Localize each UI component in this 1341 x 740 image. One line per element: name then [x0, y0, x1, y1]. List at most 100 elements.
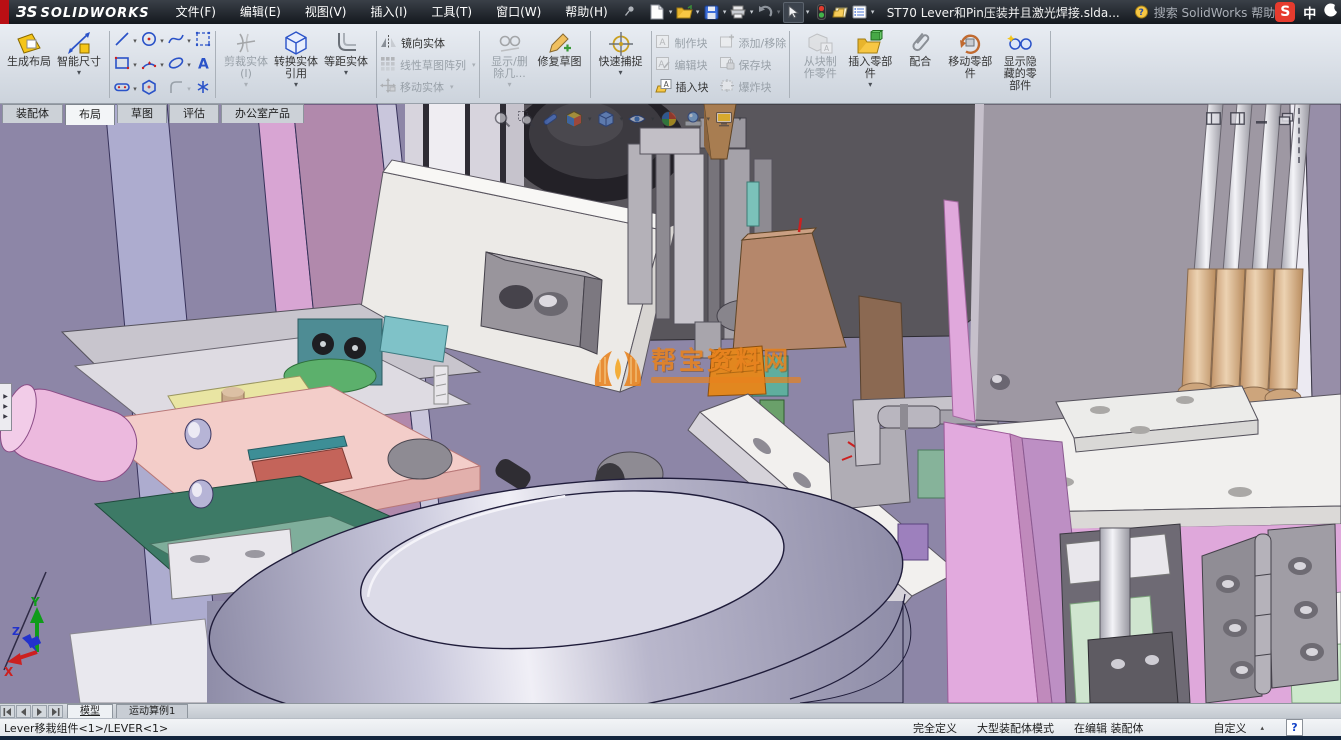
quick-snaps-caret[interactable]: ▾	[619, 68, 623, 77]
menu-window[interactable]: 窗口(W)	[484, 0, 553, 24]
insert-components-button[interactable]: 插入零部件 ▾	[845, 27, 895, 89]
moon-icon[interactable]	[1324, 3, 1339, 21]
show-hidden-components-button[interactable]: 显示隐藏的零部件	[995, 27, 1045, 92]
new-document-button[interactable]	[648, 3, 667, 22]
next-tab-button[interactable]	[32, 705, 47, 718]
arc-caret[interactable]: ▾	[158, 61, 166, 69]
status-custom-caret[interactable]: ▴	[1260, 724, 1264, 732]
hide-show-caret[interactable]: ▾	[651, 115, 655, 123]
sketch-picture-icon[interactable]	[194, 30, 212, 52]
tab-office-products[interactable]: 办公室产品	[221, 104, 304, 123]
options-button[interactable]	[831, 3, 850, 22]
task-list-button[interactable]	[850, 3, 869, 22]
line-caret[interactable]: ▾	[131, 37, 139, 45]
move-component-button[interactable]: 移动零部件	[945, 27, 995, 80]
ellipse-caret[interactable]: ▾	[185, 61, 193, 69]
open-button[interactable]	[675, 3, 694, 22]
circle-caret[interactable]: ▾	[158, 37, 166, 45]
smart-dimension-button[interactable]: 智能尺寸 ▾	[54, 27, 104, 77]
restore-window-button[interactable]	[1278, 112, 1293, 125]
create-layout-button[interactable]: 生成布局	[4, 27, 54, 68]
menu-view[interactable]: 视图(V)	[293, 0, 359, 24]
zoom-to-fit-icon[interactable]	[492, 109, 512, 129]
quick-snaps-button[interactable]: 快速捕捉 ▾	[596, 27, 646, 77]
tab-sketch[interactable]: 草图	[117, 104, 167, 123]
last-tab-button[interactable]	[48, 705, 63, 718]
menu-file[interactable]: 文件(F)	[164, 0, 228, 24]
print-button[interactable]	[729, 3, 748, 22]
mirror-entities-button[interactable]: 镜向实体	[380, 34, 476, 52]
hide-show-items-icon[interactable]	[627, 109, 647, 129]
tab-model[interactable]: 模型	[67, 704, 113, 718]
open-dropdown-caret[interactable]: ▾	[694, 8, 702, 16]
ellipse-tool-icon[interactable]	[167, 54, 185, 76]
task-pane-edge[interactable]	[1298, 108, 1300, 163]
tab-motion-study[interactable]: 运动算例1	[116, 704, 188, 718]
search-input[interactable]: 搜索 SolidWorks 帮助	[1154, 4, 1276, 21]
section-view-icon[interactable]	[540, 109, 560, 129]
display-style-icon[interactable]	[596, 109, 616, 129]
menu-edit[interactable]: 编辑(E)	[228, 0, 293, 24]
point-tool-icon[interactable]	[194, 78, 212, 100]
hinge[interactable]	[1202, 524, 1338, 703]
menu-tools[interactable]: 工具(T)	[419, 0, 484, 24]
pin-menu-icon[interactable]	[624, 5, 636, 20]
ime-language-toggle[interactable]: 中	[1303, 3, 1316, 22]
minimize-window-button[interactable]	[1254, 112, 1269, 125]
mate-button[interactable]: 配合	[895, 27, 945, 68]
insert-block-button[interactable]: A 插入块	[655, 78, 709, 96]
split-pane-left-button[interactable]	[1206, 112, 1221, 125]
zoom-to-area-icon[interactable]	[516, 109, 536, 129]
polygon-tool-icon[interactable]	[140, 78, 158, 100]
spline-caret[interactable]: ▾	[185, 37, 193, 45]
view-orientation-icon[interactable]	[564, 109, 584, 129]
apply-scene-caret[interactable]: ▾	[707, 115, 711, 123]
menu-help[interactable]: 帮助(H)	[553, 0, 619, 24]
smart-dimension-caret[interactable]: ▾	[77, 68, 81, 77]
repair-sketch-button[interactable]: 修复草图	[535, 27, 585, 68]
circle-tool-icon[interactable]	[140, 30, 158, 52]
print-dropdown-caret[interactable]: ▾	[748, 8, 756, 16]
tab-assembly[interactable]: 装配体	[2, 104, 63, 123]
view-orientation-caret[interactable]: ▾	[588, 115, 592, 123]
save-dropdown-caret[interactable]: ▾	[721, 8, 729, 16]
offset-entities-button[interactable]: 等距实体 ▾	[321, 27, 371, 77]
offset-caret[interactable]: ▾	[344, 68, 348, 77]
spline-tool-icon[interactable]	[167, 30, 185, 52]
task-list-dropdown-caret[interactable]: ▾	[869, 8, 877, 16]
graphics-viewport[interactable]: Y X Z 装配体 布局 草图 评估 办公室产品 ▾ ▾ ▾ ▾	[0, 104, 1341, 703]
save-button[interactable]	[702, 3, 721, 22]
select-tool-button[interactable]	[783, 2, 804, 23]
status-custom[interactable]: 自定义	[1213, 720, 1246, 736]
apply-scene-icon[interactable]	[683, 109, 703, 129]
status-help-button[interactable]: ?	[1286, 719, 1303, 736]
sogou-icon[interactable]: S	[1275, 2, 1295, 22]
view-settings-icon[interactable]	[714, 109, 734, 129]
feature-tree-flyout-handle[interactable]: ▶ ▶ ▶	[0, 383, 12, 431]
help-search[interactable]: ? 搜索 SolidWorks 帮助	[1134, 4, 1276, 21]
split-pane-right-button[interactable]	[1230, 112, 1245, 125]
display-style-caret[interactable]: ▾	[620, 115, 624, 123]
rebuild-button[interactable]	[812, 3, 831, 22]
3d-scene[interactable]: Y X Z	[0, 104, 1341, 703]
slot-caret[interactable]: ▾	[131, 85, 139, 93]
orange-gripper[interactable]	[708, 346, 766, 396]
rectangle-caret[interactable]: ▾	[131, 61, 139, 69]
select-dropdown-caret[interactable]: ▾	[804, 8, 812, 16]
fillet-tool-icon[interactable]	[167, 78, 185, 100]
rectangle-tool-icon[interactable]	[113, 54, 131, 76]
view-settings-caret[interactable]: ▾	[738, 115, 742, 123]
previous-tab-button[interactable]	[16, 705, 31, 718]
insert-components-caret[interactable]: ▾	[868, 80, 872, 89]
convert-caret[interactable]: ▾	[294, 80, 298, 89]
arc-tool-icon[interactable]	[140, 54, 158, 76]
new-dropdown-caret[interactable]: ▾	[667, 8, 675, 16]
sketch-text-icon[interactable]: A	[194, 54, 212, 76]
first-tab-button[interactable]	[0, 705, 15, 718]
undo-button[interactable]	[756, 3, 775, 22]
edit-appearance-icon[interactable]	[659, 109, 679, 129]
convert-entities-button[interactable]: 转换实体引用 ▾	[271, 27, 321, 89]
line-tool-icon[interactable]	[113, 30, 131, 52]
slot-tool-icon[interactable]	[113, 78, 131, 100]
menu-insert[interactable]: 插入(I)	[358, 0, 419, 24]
